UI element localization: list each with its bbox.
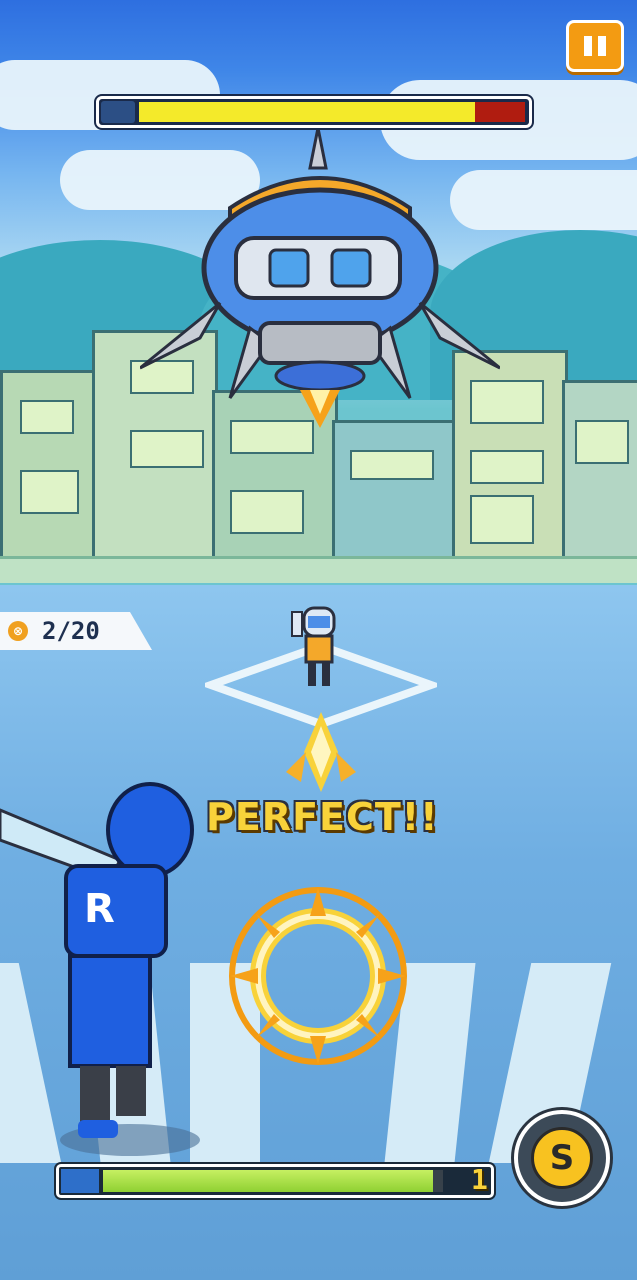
special-skill-button[interactable]: S <box>514 1110 610 1206</box>
bat-icon <box>61 1169 99 1193</box>
power-meter-fill <box>103 1170 433 1192</box>
ball-icon: ⊗ <box>8 621 28 641</box>
street-fence <box>0 556 637 583</box>
boss-health-bar <box>96 96 532 128</box>
ufo-boss <box>140 128 500 428</box>
pitcher-character <box>291 606 336 686</box>
hit-burst-effect <box>229 887 407 1065</box>
ufo-icon <box>101 101 135 123</box>
jersey-letter: R <box>84 886 115 932</box>
pause-button[interactable] <box>566 20 624 72</box>
batter-character: R <box>0 782 200 1156</box>
boss-health-fill <box>139 102 475 122</box>
power-count: 1 <box>471 1163 488 1196</box>
ball-trail <box>286 712 356 792</box>
pause-icon <box>584 36 592 56</box>
power-meter-track <box>103 1170 443 1192</box>
pitch-counter: ⊗ 2/20 <box>0 612 152 650</box>
power-meter: 1 <box>56 1163 494 1198</box>
skill-letter: S <box>531 1127 593 1189</box>
boss-health-track <box>139 102 525 122</box>
pitch-count-text: 2/20 <box>42 617 100 645</box>
perfect-feedback-text: PERFECT!! <box>206 795 439 839</box>
